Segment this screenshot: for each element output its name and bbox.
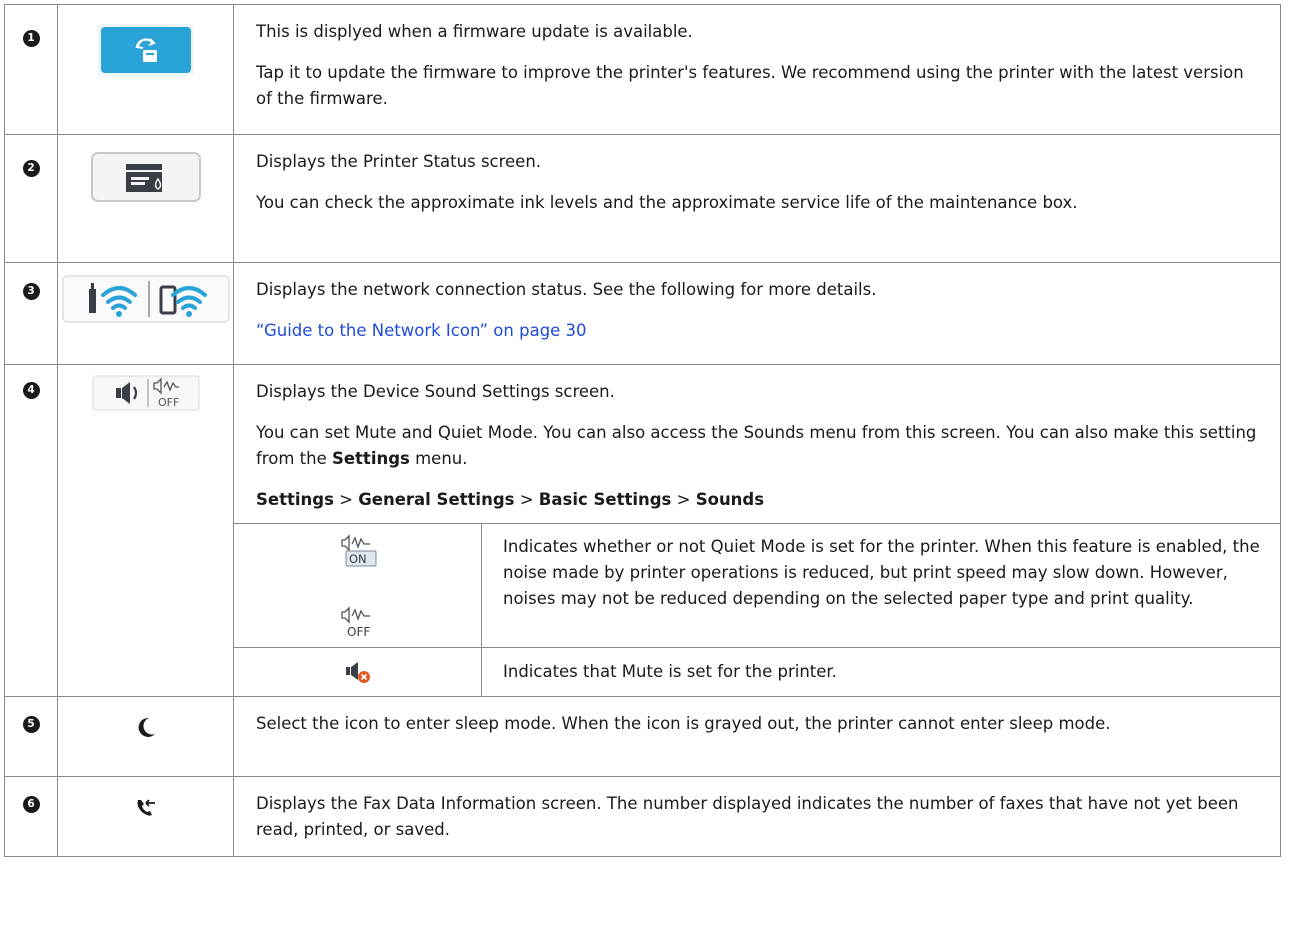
row-description-line: Displays the Device Sound Settings scree…	[256, 382, 615, 401]
row-description-line: You can set Mute and Quiet Mode. You can…	[256, 423, 1257, 468]
settings-menu-label: Settings	[331, 449, 410, 468]
table-row: 2 Displays the Printer Status screen. Yo…	[4, 134, 1281, 263]
fax-data-icon	[135, 797, 157, 821]
quiet-mode-on-icon: ON	[338, 534, 378, 572]
row-description-line: Select the icon to enter sleep mode. Whe…	[256, 713, 1111, 733]
row-description-line: Displays the Printer Status screen.	[256, 152, 542, 171]
sleep-moon-icon	[135, 716, 157, 742]
row-description-line: This is displyed when a firmware update …	[256, 22, 693, 41]
settings-path: Settings > General Settings > Basic Sett…	[256, 490, 765, 509]
mute-icon	[345, 660, 371, 688]
sound-icons-subtable: ON OFF Indicates whether or not Quiet Mo…	[234, 523, 1280, 696]
table-row: 4 OFF Displays the Device Sound Settings…	[4, 364, 1281, 697]
quiet-mode-description: Indicates whether or not Quiet Mode is s…	[481, 523, 1280, 648]
table-row: 5 Select the icon to enter sleep mode. W…	[4, 695, 1281, 777]
row-number-badge: 4	[22, 382, 40, 399]
row-description-line: Displays the Fax Data Information screen…	[256, 793, 1239, 839]
device-sound-icon: OFF	[92, 375, 200, 415]
guide-network-icon-link[interactable]: “Guide to the Network Icon” on page 30	[256, 321, 587, 340]
row-number-badge: 5	[22, 715, 40, 733]
row-number-badge: 2	[22, 160, 40, 177]
row-number-badge: 3	[22, 283, 40, 300]
table-row: 6 Displays the Fax Data Information scre…	[4, 775, 1281, 857]
row-description-line: Displays the network connection status. …	[256, 280, 877, 299]
mute-description: Indicates that Mute is set for the print…	[481, 647, 1280, 696]
subtable-row: Indicates that Mute is set for the print…	[234, 647, 1280, 696]
row-description-line: You can check the approximate ink levels…	[256, 193, 1078, 212]
svg-text:OFF: OFF	[347, 625, 370, 639]
row-number-badge: 6	[22, 795, 40, 813]
quiet-mode-off-icon: OFF	[338, 606, 378, 644]
row-number-badge: 1	[22, 30, 40, 47]
table-row: 1 This is displyed when a firmware updat…	[4, 4, 1281, 135]
printer-status-icon	[90, 151, 202, 207]
icon-guide-table: 1 This is displyed when a firmware updat…	[4, 4, 1281, 857]
network-status-icon	[61, 273, 231, 329]
subtable-row: ON OFF Indicates whether or not Quiet Mo…	[234, 523, 1280, 648]
svg-text:OFF: OFF	[158, 396, 179, 409]
row-description-line: Tap it to update the firmware to improve…	[256, 63, 1244, 108]
svg-text:ON: ON	[349, 552, 367, 566]
table-row: 3 Displays the network connection status…	[4, 262, 1281, 365]
firmware-update-icon	[97, 23, 195, 81]
